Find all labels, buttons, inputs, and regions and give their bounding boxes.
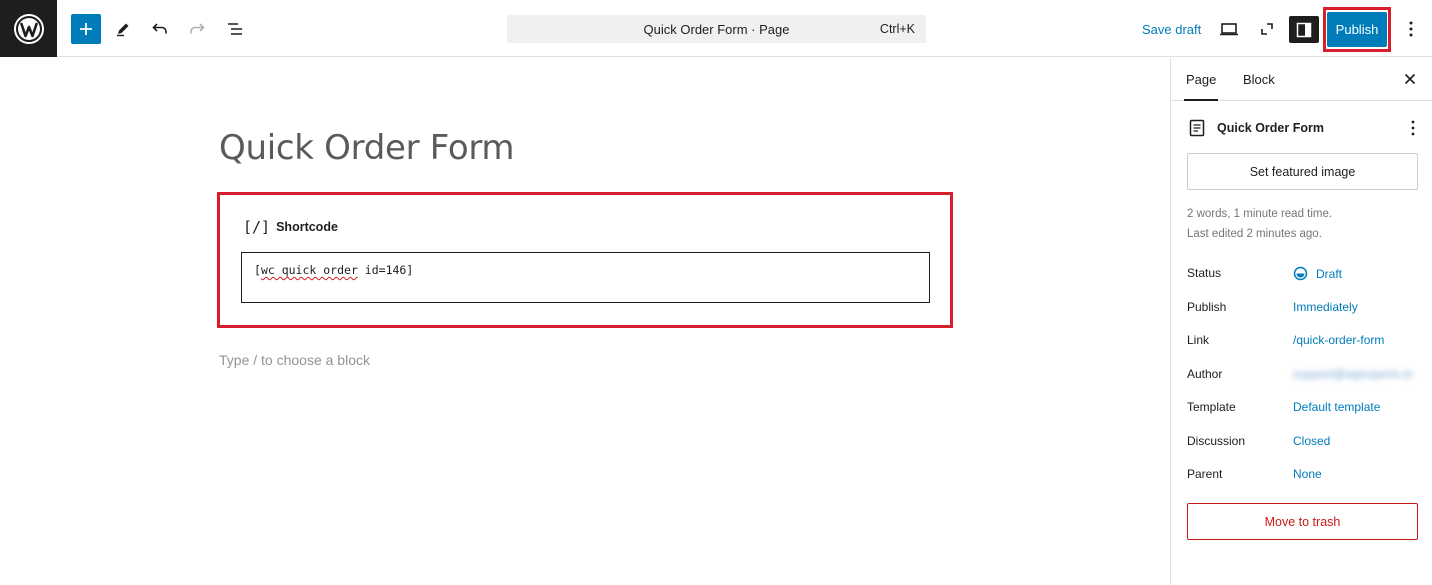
last-edited-text: Last edited 2 minutes ago. (1187, 228, 1322, 240)
tab-block[interactable]: Block (1243, 72, 1275, 87)
editor-toolbar: Quick Order Form · Page Ctrl+K Save draf… (0, 0, 1432, 57)
word-count-text: 2 words, 1 minute read time. (1187, 208, 1333, 220)
author-value[interactable]: support@wpexperts.io (1293, 367, 1413, 381)
shortcode-text-start: [ (254, 263, 261, 277)
tab-page[interactable]: Page (1183, 72, 1219, 101)
parent-value[interactable]: None (1293, 467, 1322, 481)
wordpress-logo-icon[interactable] (0, 0, 57, 57)
undo-icon (152, 23, 167, 34)
add-block-button[interactable] (71, 14, 101, 44)
document-card: Quick Order Form (1187, 118, 1427, 138)
preview-button[interactable] (1214, 14, 1244, 44)
sidebar-tabs: Page Block (1171, 58, 1432, 101)
document-title-label: Quick Order Form (1217, 121, 1324, 135)
more-vertical-icon (1411, 120, 1415, 136)
document-actions-button[interactable] (1405, 118, 1421, 138)
author-label: Author (1187, 367, 1223, 381)
document-overview-button[interactable] (220, 14, 250, 44)
draft-status-icon (1293, 266, 1308, 281)
list-view-icon (228, 23, 242, 35)
settings-button[interactable] (1289, 16, 1319, 43)
redo-icon (190, 23, 205, 34)
status-value[interactable]: Draft (1293, 266, 1342, 281)
plus-icon (80, 23, 92, 35)
publish-button[interactable]: Publish (1327, 12, 1387, 47)
tools-button[interactable] (108, 14, 138, 44)
discussion-value[interactable]: Closed (1293, 434, 1330, 448)
page-title[interactable]: Quick Order Form (219, 128, 515, 168)
publish-date-value[interactable]: Immediately (1293, 300, 1358, 314)
settings-sidebar-icon (1296, 22, 1312, 37)
status-label: Status (1187, 266, 1222, 280)
undo-button[interactable] (145, 14, 175, 44)
link-value[interactable]: /quick-order-form (1293, 333, 1384, 347)
move-to-trash-button[interactable]: Move to trash (1187, 503, 1418, 540)
block-placeholder[interactable]: Type / to choose a block (219, 352, 370, 368)
template-label: Template (1187, 400, 1236, 414)
editor-canvas: Quick Order Form [/] Shortcode [wc quick… (0, 58, 1170, 585)
shortcode-text-end: id=146] (357, 263, 414, 277)
pencil-icon (117, 23, 129, 37)
command-palette-bar[interactable]: Quick Order Form · Page Ctrl+K (507, 15, 926, 43)
settings-sidebar: Page Block Quick Order Form Set featured… (1170, 58, 1432, 585)
parent-label: Parent (1187, 467, 1223, 481)
template-value[interactable]: Default template (1293, 400, 1380, 414)
link-label: Link (1187, 333, 1210, 347)
status-value-text: Draft (1316, 266, 1343, 281)
shortcode-text-misspelled: wc quick order (260, 263, 358, 277)
publish-label: Publish (1187, 300, 1227, 314)
shortcode-icon: [/] (243, 218, 271, 236)
set-featured-image-button[interactable]: Set featured image (1187, 153, 1418, 190)
shortcode-block-header: [/] Shortcode (243, 218, 338, 236)
options-button[interactable] (1396, 14, 1426, 44)
close-sidebar-button[interactable] (1401, 70, 1419, 88)
shortcode-input[interactable]: [wc quick order id=146] (241, 252, 930, 303)
fullscreen-icon (1261, 23, 1273, 35)
close-icon (1404, 73, 1416, 85)
document-title: Quick Order Form · Page (643, 22, 790, 37)
more-vertical-icon (1409, 21, 1413, 37)
discussion-label: Discussion (1187, 434, 1246, 448)
page-icon (1189, 119, 1205, 137)
save-draft-button[interactable]: Save draft (1142, 22, 1201, 37)
redo-button[interactable] (182, 14, 212, 44)
block-name: Shortcode (276, 220, 338, 234)
desktop-preview-icon (1220, 23, 1238, 36)
view-post-button[interactable] (1252, 14, 1282, 44)
keyboard-shortcut: Ctrl+K (879, 22, 915, 36)
